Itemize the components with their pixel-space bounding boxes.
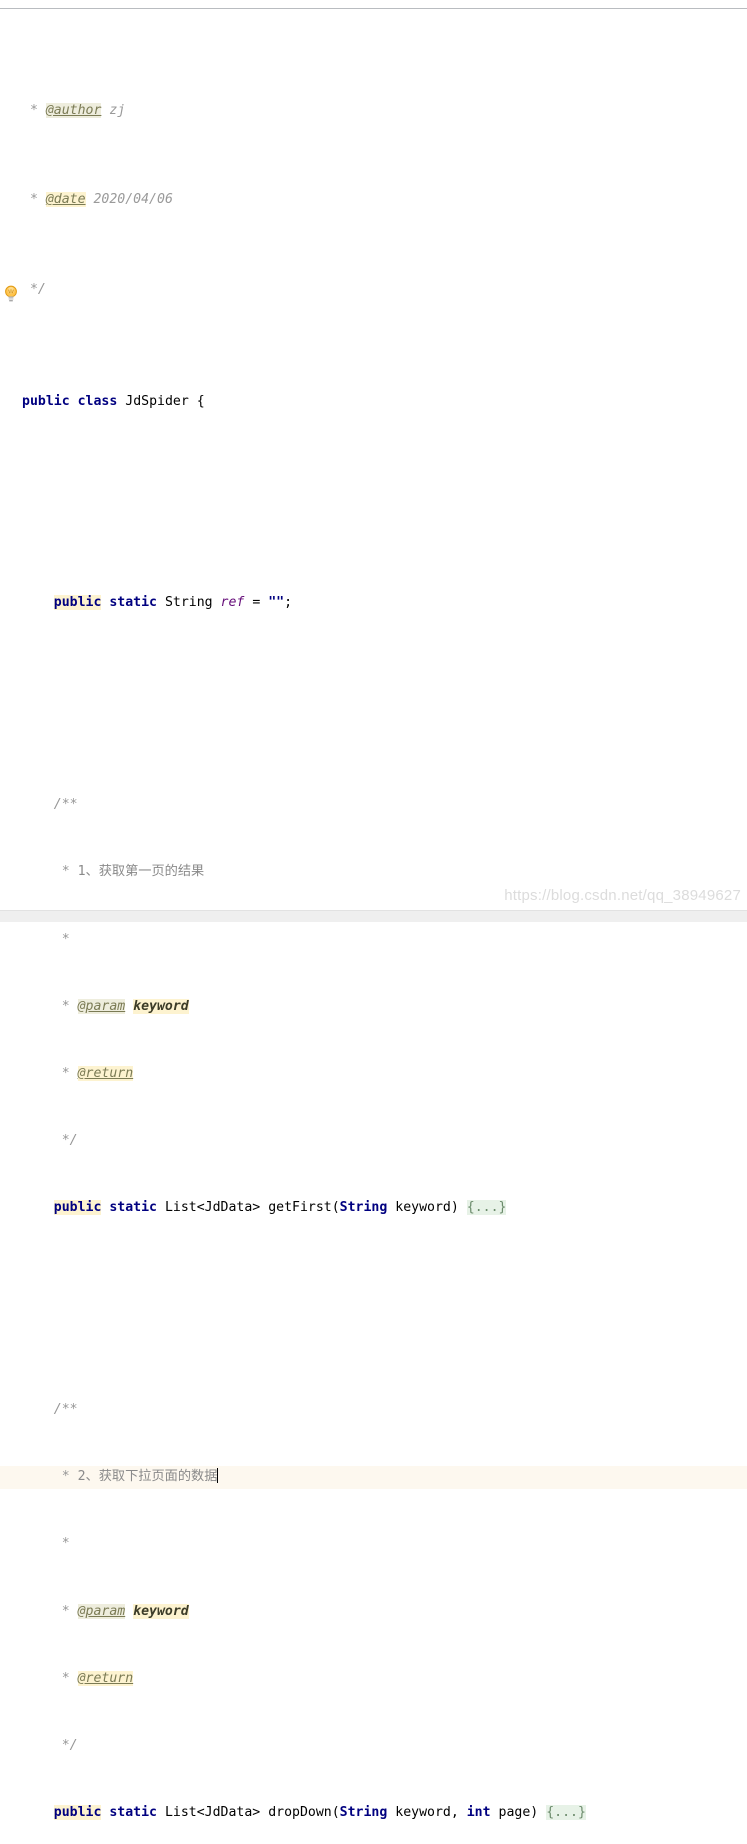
code-line-doc-star[interactable]: * bbox=[0, 1533, 747, 1555]
field-type: String bbox=[164, 595, 213, 611]
doc-star: * bbox=[61, 1536, 70, 1552]
open-brace: { bbox=[196, 393, 205, 409]
line-tokens: */ bbox=[22, 282, 46, 297]
line-tokens: * @date 2020/04/06 bbox=[22, 192, 173, 208]
doc-close: */ bbox=[61, 1737, 78, 1753]
return-type: List<JdData> bbox=[164, 1805, 261, 1821]
kw-class: class bbox=[77, 393, 118, 409]
code-line-doc-open[interactable]: /** bbox=[0, 794, 747, 816]
kw-string: String bbox=[339, 1805, 388, 1821]
line-tokens: * @author zj bbox=[22, 102, 126, 118]
field-value: "" bbox=[268, 595, 285, 611]
code-line-doc-close[interactable]: */ bbox=[0, 1130, 747, 1152]
semicolon: ; bbox=[284, 595, 293, 611]
doc-star: * bbox=[61, 931, 70, 947]
code-editor[interactable]: * * @author zj * @date 2020/04/06 */ pub… bbox=[0, 0, 747, 1821]
code-line[interactable]: * @date 2020/04/06 bbox=[0, 189, 747, 211]
clipped-previous-line: * bbox=[0, 0, 747, 8]
code-line-doc-return[interactable]: * @return bbox=[0, 1668, 747, 1690]
code-line-doc-return[interactable]: * @return bbox=[0, 1063, 747, 1085]
code-content[interactable]: * @author zj * @date 2020/04/06 */ publi… bbox=[0, 10, 747, 1844]
kw-public: public bbox=[53, 595, 102, 611]
doc-param-name: keyword bbox=[133, 1603, 189, 1619]
code-line-doc-summary[interactable]: * 1、获取第一页的结果 bbox=[0, 861, 747, 883]
code-line-doc-param[interactable]: * @param keyword bbox=[0, 996, 747, 1018]
doc-date-value: 2020/04/06 bbox=[93, 192, 173, 208]
return-type: List<JdData> bbox=[164, 1200, 261, 1216]
class-name: JdSpider bbox=[125, 393, 189, 409]
doc-param-name: keyword bbox=[133, 998, 189, 1014]
folded-body[interactable]: {...} bbox=[546, 1805, 586, 1821]
field-name: ref bbox=[220, 595, 245, 611]
code-line-doc-summary-active[interactable]: * 2、获取下拉页面的数据 bbox=[0, 1466, 747, 1489]
code-line-method-signature[interactable]: public static List<JdData> dropDown(Stri… bbox=[0, 1802, 747, 1824]
code-line-doc-open[interactable]: /** bbox=[0, 1399, 747, 1421]
code-line-class-declaration[interactable]: public class JdSpider { bbox=[0, 391, 747, 413]
code-line-doc-star[interactable]: * bbox=[0, 929, 747, 951]
doc-close: */ bbox=[29, 281, 46, 297]
code-line-doc-param[interactable]: * @param keyword bbox=[0, 1601, 747, 1623]
text-caret bbox=[217, 1468, 219, 1484]
editor-top-divider bbox=[0, 8, 747, 9]
doc-tag-return: @return bbox=[77, 1670, 134, 1686]
doc-tag-author: @author bbox=[45, 102, 102, 118]
code-line[interactable]: */ bbox=[0, 279, 747, 301]
doc-open: /** bbox=[53, 1401, 78, 1417]
code-line-method-signature[interactable]: public static List<JdData> getFirst(Stri… bbox=[0, 1197, 747, 1219]
kw-public: public bbox=[53, 1805, 102, 1821]
kw-string: String bbox=[339, 1200, 388, 1216]
doc-open: /** bbox=[53, 797, 78, 813]
doc-tag-return: @return bbox=[77, 1065, 134, 1081]
kw-static: static bbox=[109, 595, 157, 611]
arg-name: keyword bbox=[395, 1200, 451, 1216]
code-line-doc-close[interactable]: */ bbox=[0, 1735, 747, 1757]
doc-tag-param: @param bbox=[77, 998, 126, 1014]
doc-tag-date: @date bbox=[45, 192, 86, 208]
doc-tag-param: @param bbox=[77, 1603, 126, 1619]
arg-name-page: page bbox=[498, 1805, 531, 1821]
kw-public: public bbox=[22, 393, 70, 409]
kw-static: static bbox=[109, 1200, 157, 1216]
doc-summary: 2、获取下拉页面的数据 bbox=[77, 1469, 218, 1485]
code-line[interactable]: * @author zj bbox=[0, 100, 747, 122]
method-name: getFirst bbox=[268, 1200, 332, 1216]
arg-name: keyword bbox=[395, 1805, 451, 1821]
watermark-text: https://blog.csdn.net/qq_38949627 bbox=[504, 887, 741, 904]
folded-body[interactable]: {...} bbox=[466, 1200, 507, 1216]
doc-author-value: zj bbox=[109, 102, 126, 118]
kw-public: public bbox=[53, 1200, 102, 1216]
kw-static: static bbox=[109, 1805, 157, 1821]
editor-bottom-strip bbox=[0, 911, 747, 922]
doc-close: */ bbox=[61, 1133, 78, 1149]
kw-int: int bbox=[466, 1805, 491, 1821]
code-line-field[interactable]: public static String ref = ""; bbox=[0, 592, 747, 614]
doc-summary: 1、获取第一页的结果 bbox=[77, 864, 205, 880]
method-name: dropDown bbox=[268, 1805, 332, 1821]
line-tokens: public static String ref = ""; bbox=[22, 595, 293, 611]
line-tokens: public class JdSpider { bbox=[22, 394, 205, 409]
